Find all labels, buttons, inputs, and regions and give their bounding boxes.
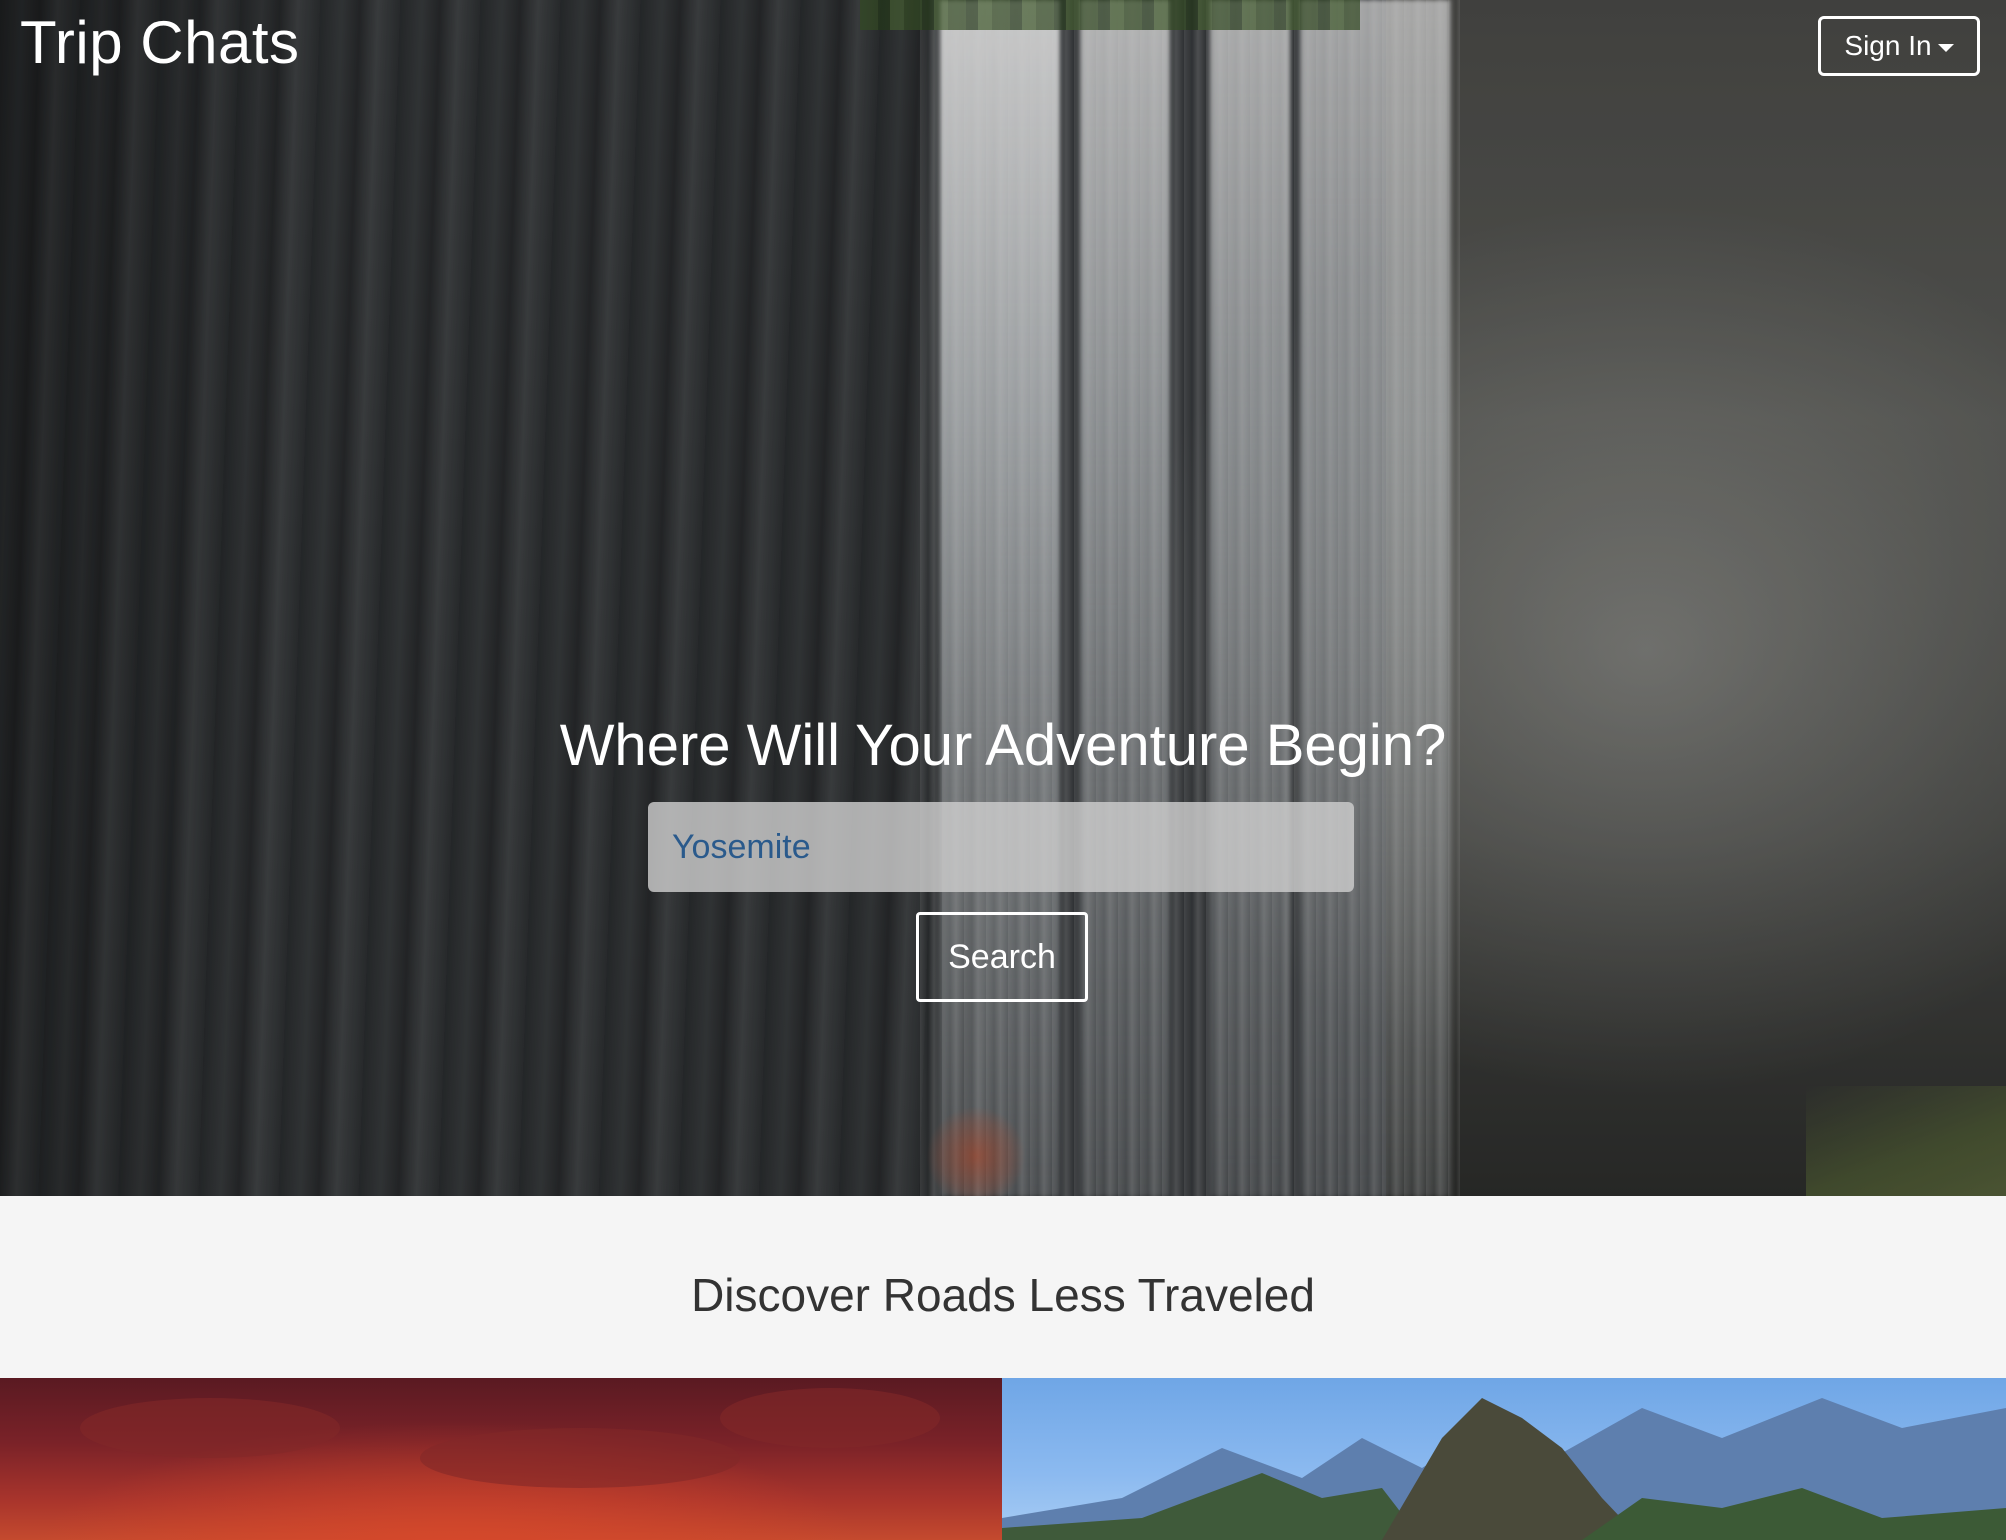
destination-tile-mountains[interactable] xyxy=(1002,1378,2006,1540)
tile-cloud xyxy=(80,1398,340,1458)
hero-title: Where Will Your Adventure Begin? xyxy=(559,713,1447,778)
brand-logo-link[interactable]: Trip Chats xyxy=(20,8,300,77)
hero-section: Trip Chats Sign In Where Will Your Adven… xyxy=(0,0,2006,1196)
tile-cloud xyxy=(420,1428,740,1488)
destination-tile-red-sky[interactable] xyxy=(0,1378,1002,1540)
sign-in-dropdown-button[interactable]: Sign In xyxy=(1818,16,1980,76)
tile-mountain-scene xyxy=(1002,1398,2006,1540)
caret-down-icon xyxy=(1937,44,1954,52)
hero-overlay xyxy=(0,0,2006,1196)
tile-cloud xyxy=(720,1388,940,1448)
discover-heading: Discover Roads Less Traveled xyxy=(691,1269,1315,1321)
search-button[interactable]: Search xyxy=(916,912,1088,1002)
sign-in-label: Sign In xyxy=(1844,30,1932,61)
destination-search-input[interactable] xyxy=(648,802,1354,892)
